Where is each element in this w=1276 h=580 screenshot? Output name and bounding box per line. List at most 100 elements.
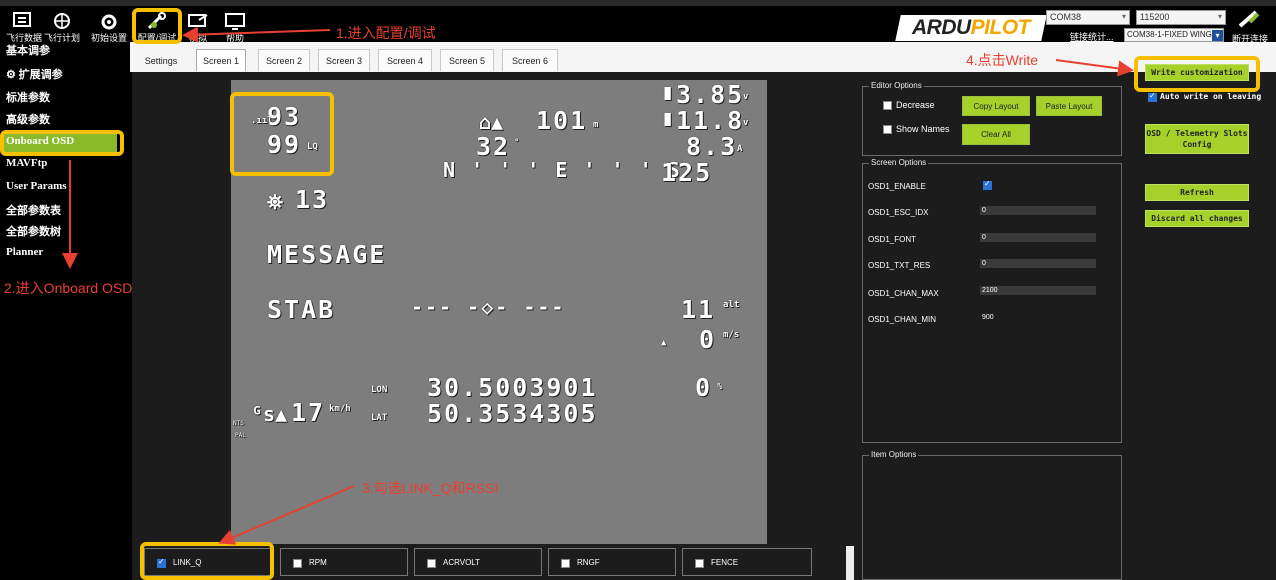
item-rpm[interactable]: RPM	[280, 548, 408, 576]
climb-arrow-icon: ▲	[661, 338, 667, 348]
tab-settings[interactable]: Settings	[138, 49, 184, 71]
osd-compass[interactable]: N ' ' ' E ' ' ' S	[443, 158, 682, 182]
paste-layout-button[interactable]: Paste Layout	[1036, 96, 1102, 116]
auto-write-checkbox[interactable]	[1148, 91, 1157, 102]
toolbar-simulation[interactable]: 模拟	[184, 12, 212, 46]
osd-flight-mode[interactable]: STAB	[267, 295, 335, 324]
initial-setup-icon	[101, 14, 117, 30]
sidebar-item-basic-tuning[interactable]: 基本调参	[6, 42, 50, 58]
rngf-label: RNGF	[577, 558, 600, 567]
osd-home-distance[interactable]: 101	[536, 106, 587, 135]
osd-lat-label: LAT	[371, 413, 388, 423]
param-osd1-chan-min-field[interactable]: 900	[980, 313, 1096, 322]
chevron-down-icon[interactable]: ▾	[1212, 30, 1223, 41]
decrease-checkbox[interactable]	[883, 101, 892, 110]
param-osd1-esc-idx-label: OSD1_ESC_IDX	[868, 208, 929, 217]
toolbar-initial-setup[interactable]: 初始设置	[88, 12, 130, 46]
osd-throttle[interactable]: 125	[661, 158, 712, 187]
param-osd1-chan-max-field[interactable]: 2100	[980, 286, 1096, 295]
show-names-checkbox[interactable]	[883, 125, 892, 134]
item-fence[interactable]: FENCE	[682, 548, 812, 576]
scrollbar[interactable]	[846, 546, 854, 580]
tab-screen-1[interactable]: Screen 1	[196, 49, 246, 71]
refresh-button[interactable]: Refresh	[1145, 184, 1249, 201]
param-osd1-chan-max-label: OSD1_CHAN_MAX	[868, 289, 939, 298]
sidebar-item-user-params[interactable]: User Params	[6, 180, 67, 192]
item-rngf[interactable]: RNGF	[548, 548, 676, 576]
param-osd1-esc-idx-field[interactable]: 0	[980, 206, 1096, 215]
highlight-onboard-osd	[0, 130, 124, 156]
osd-sats[interactable]: 13	[295, 185, 329, 214]
ardupilot-logo: ARDUPILOT	[895, 15, 1047, 41]
param-osd1-font-label: OSD1_FONT	[868, 235, 917, 244]
acrvolt-checkbox[interactable]	[427, 559, 436, 568]
satellite-icon: ⛯	[267, 190, 283, 214]
chevron-down-icon: ▾	[1217, 12, 1222, 21]
climb-unit: m/s	[723, 330, 740, 340]
highlight-link-q	[140, 542, 274, 580]
sidebar-item-full-param-tree[interactable]: 全部参数树	[6, 223, 61, 239]
rngf-checkbox[interactable]	[561, 559, 570, 568]
osd-groundspeed[interactable]: 17	[291, 398, 325, 427]
baud-select[interactable]: 115200 ▾	[1136, 10, 1226, 25]
osd-throttle-pct[interactable]: 0	[695, 373, 712, 402]
port-select[interactable]: COM38 ▾	[1046, 10, 1130, 25]
osd-altitude[interactable]: 11	[681, 295, 715, 324]
battery-icon: ▮	[661, 80, 677, 105]
osd-horizon[interactable]: --- -◇- ---	[411, 295, 565, 319]
percent-symbol: %	[717, 382, 723, 392]
baud-value: 115200	[1140, 12, 1170, 22]
tab-screen-2[interactable]: Screen 2	[258, 49, 310, 71]
home-icon: ⌂▲	[479, 110, 504, 134]
fence-label: FENCE	[711, 558, 739, 567]
gear-icon: ⚙	[6, 69, 19, 81]
toolbar-help[interactable]: 帮助	[220, 12, 250, 46]
osd-batt2-unit: v	[743, 118, 749, 128]
sidebar-item-standard-params[interactable]: 标准参数	[6, 89, 50, 105]
sidebar-item-planner[interactable]: Planner	[6, 246, 43, 258]
osd-heading[interactable]: 32	[476, 132, 510, 161]
item-options-panel: Item Options	[862, 450, 1122, 580]
clear-all-button[interactable]: Clear All	[962, 124, 1030, 145]
toolbar-flight-plan[interactable]: 飞行计划	[42, 12, 82, 46]
osd-message[interactable]: MESSAGE	[267, 240, 386, 269]
osd-climb[interactable]: 0	[699, 325, 716, 354]
flight-data-icon	[13, 12, 31, 27]
battery-icon: ▮	[661, 106, 677, 131]
help-icon	[225, 13, 245, 30]
vehicle-select[interactable]: COM38-1-FIXED WING	[1124, 28, 1224, 42]
osd-lat[interactable]: 50.3534305	[427, 399, 598, 428]
osd-telemetry-slots-config-button[interactable]: OSD / Telemetry Slots Config	[1145, 124, 1249, 154]
item-acrvolt[interactable]: ACRVOLT	[414, 548, 542, 576]
tab-screen-6[interactable]: Screen 6	[502, 49, 558, 71]
rpm-checkbox[interactable]	[293, 559, 302, 568]
osd-batt2[interactable]: 11.8	[676, 106, 744, 135]
fence-checkbox[interactable]	[695, 559, 704, 568]
param-osd1-font-field[interactable]: 0	[980, 233, 1096, 242]
screen-options-panel: Screen Options	[862, 158, 1122, 443]
osd-batt1[interactable]: 3.85	[676, 80, 744, 109]
tab-screen-3[interactable]: Screen 3	[318, 49, 370, 71]
osd-lon[interactable]: 30.5003901	[427, 373, 598, 402]
sidebar-item-full-param-list[interactable]: 全部参数表	[6, 202, 61, 218]
simulation-icon	[188, 14, 208, 27]
altitude-unit: alt	[723, 300, 740, 310]
disconnect-plug-icon[interactable]	[1236, 8, 1262, 28]
ntsc-label: NTS	[233, 420, 244, 427]
sidebar-item-extended-tuning[interactable]: ⚙ 扩展调参	[6, 66, 63, 82]
discard-changes-button[interactable]: Discard all changes	[1145, 210, 1249, 227]
osd-current[interactable]: 8.3	[686, 132, 737, 161]
param-osd1-enable-label: OSD1_ENABLE	[868, 182, 926, 191]
chevron-down-icon: ▾	[1121, 12, 1126, 21]
toolbar-flight-data[interactable]: 飞行数据	[6, 12, 42, 46]
osd1-enable-checkbox[interactable]	[983, 179, 992, 190]
tab-screen-5[interactable]: Screen 5	[440, 49, 494, 71]
sidebar-item-mavftp[interactable]: MAVFtp	[6, 157, 47, 169]
vehicle-value: COM38-1-FIXED WING	[1127, 30, 1212, 39]
param-osd1-txt-res-field[interactable]: 0	[980, 259, 1096, 268]
acrvolt-label: ACRVOLT	[443, 558, 481, 567]
groundspeed-icon: ᴳs▲	[251, 402, 288, 426]
copy-layout-button[interactable]: Copy Layout	[962, 96, 1030, 116]
sidebar-item-advanced-params[interactable]: 高级参数	[6, 111, 50, 127]
tab-screen-4[interactable]: Screen 4	[378, 49, 432, 71]
